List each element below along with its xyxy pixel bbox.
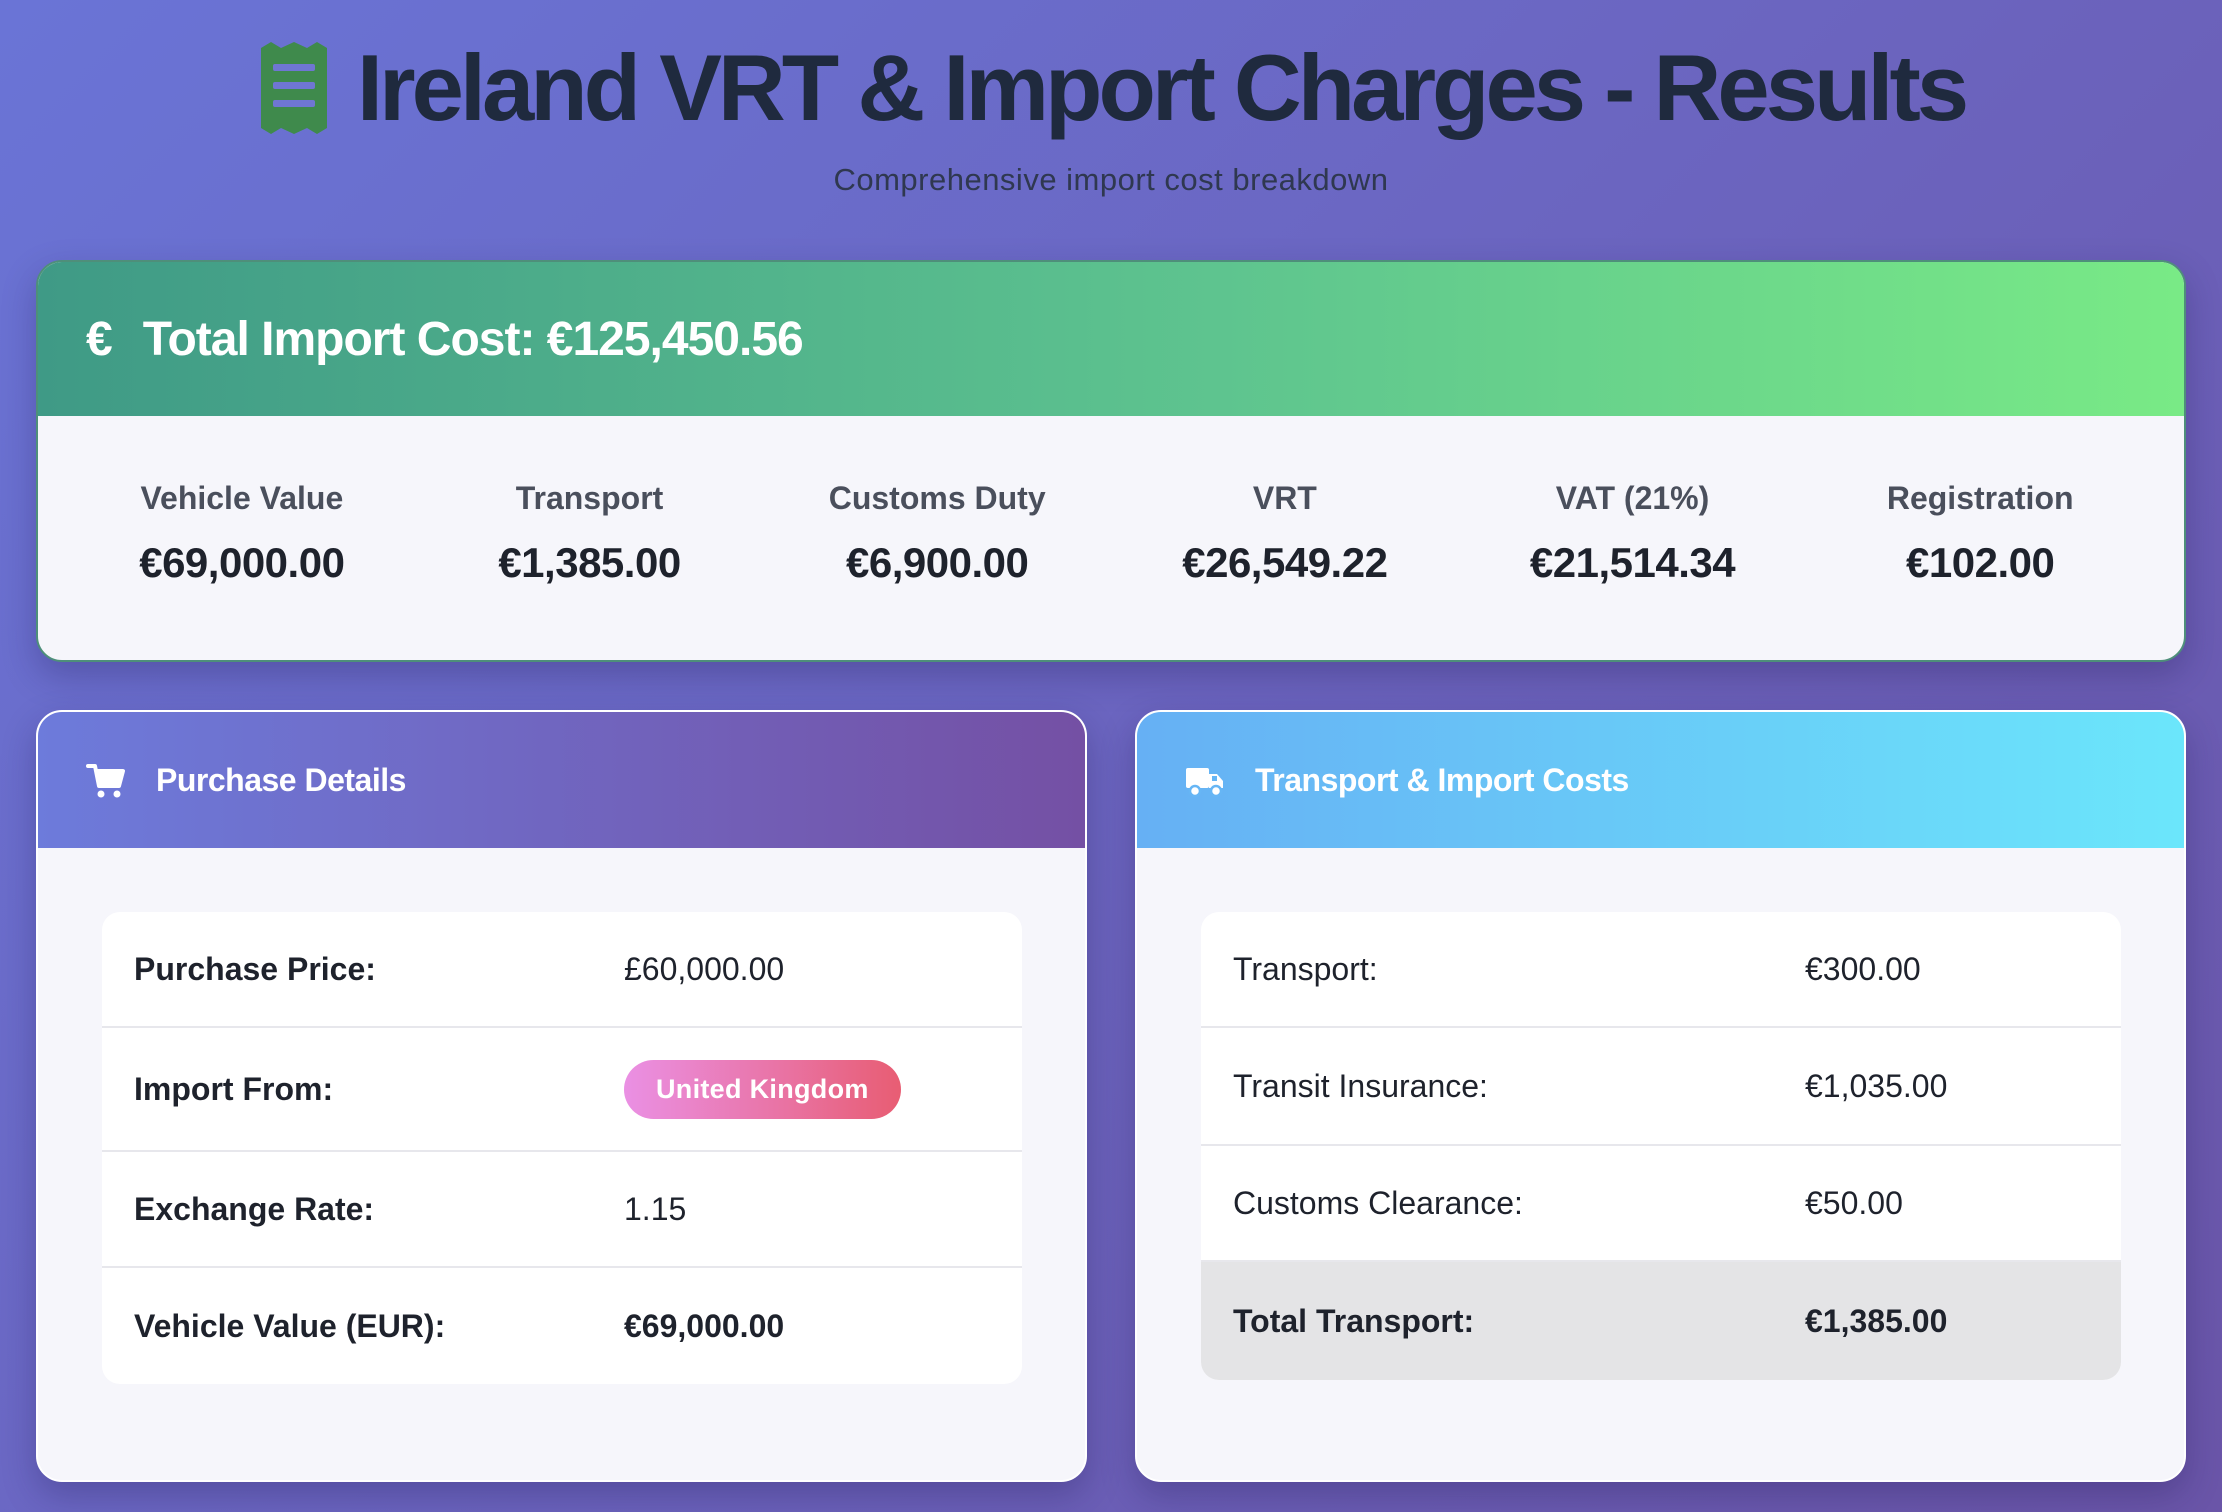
- row-label: Vehicle Value (EUR):: [134, 1307, 446, 1344]
- table-row: Customs Clearance: €50.00: [1201, 1146, 2121, 1262]
- transport-costs-table: Transport: €300.00 Transit Insurance: €1…: [1201, 912, 2121, 1380]
- row-label: Transport:: [1233, 950, 1378, 987]
- summary-item-vehicle-value: Vehicle Value €69,000.00: [68, 416, 416, 660]
- page-subtitle: Comprehensive import cost breakdown: [833, 162, 1389, 197]
- row-value: United Kingdom: [624, 1059, 901, 1119]
- euro-icon: €: [86, 312, 113, 366]
- summary-label: Registration: [1886, 480, 2074, 516]
- summary-value: €21,514.34: [1529, 539, 1736, 586]
- truck-icon: [1186, 768, 1223, 798]
- page-header: Ireland VRT & Import Charges - Results C…: [0, 28, 2222, 198]
- table-row: Vehicle Value (EUR): €69,000.00: [102, 1268, 1022, 1384]
- purchase-details-header: Purchase Details: [38, 712, 1085, 848]
- table-row: Transit Insurance: €1,035.00: [1201, 1028, 2121, 1146]
- summary-item-customs-duty: Customs Duty €6,900.00: [763, 416, 1111, 660]
- summary-label: Vehicle Value: [140, 480, 344, 516]
- cost-summary-list: Vehicle Value €69,000.00 Transport €1,38…: [38, 416, 2184, 660]
- row-label: Transit Insurance:: [1233, 1067, 1488, 1104]
- country-badge: United Kingdom: [624, 1059, 901, 1119]
- summary-label: Transport: [515, 480, 664, 516]
- row-label: Import From:: [134, 1070, 334, 1107]
- row-value: €50.00: [1805, 1184, 1903, 1221]
- row-value: €1,035.00: [1805, 1067, 1948, 1104]
- shopping-cart-icon: [86, 764, 125, 798]
- table-row: Exchange Rate: 1.15: [102, 1152, 1022, 1268]
- row-label: Customs Clearance:: [1233, 1184, 1523, 1221]
- row-value: €1,385.00: [1805, 1302, 1948, 1339]
- row-value: £60,000.00: [624, 950, 785, 987]
- row-label: Purchase Price:: [134, 950, 376, 987]
- summary-item-vrt: VRT €26,549.22: [1111, 416, 1459, 660]
- summary-value: €26,549.22: [1182, 539, 1388, 586]
- summary-item-registration: Registration €102.00: [1806, 416, 2154, 660]
- row-value: €69,000.00: [624, 1307, 785, 1344]
- total-cost-card: € Total Import Cost: €125,450.56 Vehicle…: [36, 260, 2186, 662]
- transport-costs-header: Transport & Import Costs: [1137, 712, 2184, 848]
- purchase-details-table: Purchase Price: £60,000.00 Import From: …: [102, 912, 1022, 1384]
- summary-value: €69,000.00: [139, 539, 345, 586]
- summary-label: Customs Duty: [828, 480, 1046, 516]
- summary-value: €6,900.00: [846, 539, 1029, 586]
- row-label: Exchange Rate:: [134, 1190, 375, 1227]
- receipt-icon: [260, 42, 327, 134]
- purchase-details-card: Purchase Details Purchase Price: £60,000…: [36, 710, 1087, 1482]
- table-row: Import From: United Kingdom: [102, 1028, 1022, 1152]
- purchase-details-title: Purchase Details: [156, 761, 406, 798]
- summary-label: VRT: [1252, 480, 1317, 516]
- title-row: Ireland VRT & Import Charges - Results: [0, 28, 2222, 148]
- transport-costs-title: Transport & Import Costs: [1255, 761, 1629, 798]
- row-value: 1.15: [624, 1190, 687, 1227]
- page-title: Ireland VRT & Import Charges - Results: [356, 35, 1969, 140]
- summary-item-vat: VAT (21%) €21,514.34: [1459, 416, 1807, 660]
- total-cost-header: € Total Import Cost: €125,450.56: [38, 262, 2184, 416]
- total-cost-title: Total Import Cost: €125,450.56: [142, 312, 804, 366]
- summary-value: €1,385.00: [498, 539, 681, 586]
- table-row: Transport: €300.00: [1201, 912, 2121, 1028]
- summary-value: €102.00: [1906, 539, 2055, 586]
- summary-label: VAT (21%): [1555, 480, 1710, 516]
- transport-costs-card: Transport & Import Costs Transport: €300…: [1135, 710, 2186, 1482]
- table-row: Purchase Price: £60,000.00: [102, 912, 1022, 1028]
- summary-item-transport: Transport €1,385.00: [416, 416, 764, 660]
- table-row-total: Total Transport: €1,385.00: [1201, 1262, 2121, 1380]
- row-label: Total Transport:: [1233, 1302, 1475, 1339]
- row-value: €300.00: [1805, 950, 1921, 987]
